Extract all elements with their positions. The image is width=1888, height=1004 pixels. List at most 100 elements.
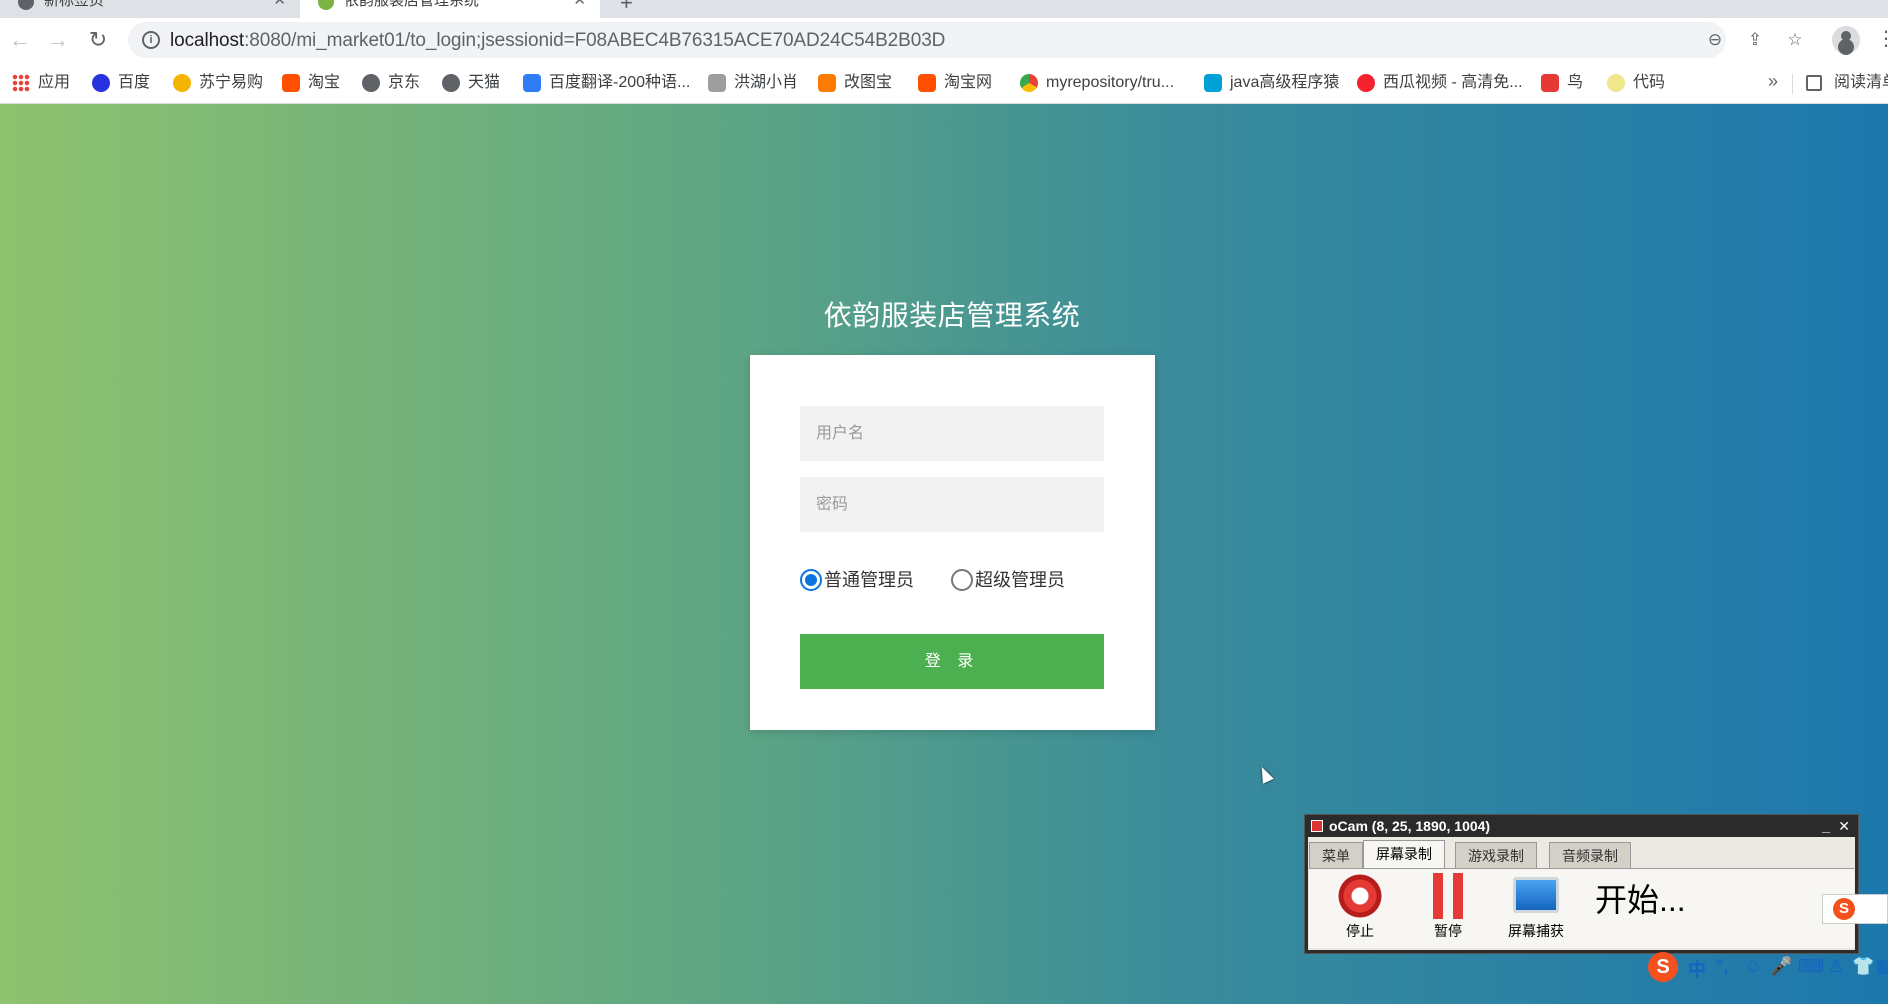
ime-punctuation-toggle[interactable]: °, (1716, 956, 1728, 977)
ocam-tab-screen-record[interactable]: 屏幕录制 (1363, 840, 1445, 868)
ocam-toolbar: 停止 暂停 屏幕捕获 开始... (1309, 868, 1854, 948)
suning-lion-icon (173, 74, 191, 92)
role-super-radio[interactable] (951, 569, 973, 591)
bird-icon (1541, 74, 1559, 92)
bookmark-niao[interactable]: 鸟 (1541, 71, 1583, 95)
stop-label: 停止 (1346, 923, 1374, 939)
bookmark-taobao-net[interactable]: 淘宝网 (918, 71, 992, 95)
globe-icon (362, 74, 380, 92)
ocam-tab-game-record[interactable]: 游戏录制 (1455, 842, 1537, 868)
ime-toolbar: S 中 °, ☺ 🎤 ⌨ ♙ 👕 ▦ (1648, 952, 1888, 982)
bookmark-tmall[interactable]: 天猫 (442, 71, 500, 95)
keyboard-icon[interactable]: ⌨ (1798, 956, 1824, 977)
ime-mini-panel[interactable]: S (1822, 894, 1888, 924)
monitor-icon (1513, 877, 1559, 913)
bookmark-gaitubao[interactable]: 改图宝 (818, 71, 892, 95)
tab-new-tab[interactable]: 新标签页 ✕ (0, 0, 300, 18)
screen-capture-label: 屏幕捕获 (1508, 923, 1564, 939)
emoji-icon[interactable]: ☺ (1744, 956, 1762, 977)
url-path: :8080/mi_market01/to_login;jsessionid=F0… (244, 30, 946, 51)
minimize-icon[interactable]: _ (1822, 815, 1830, 837)
gaitubao-icon (818, 74, 836, 92)
toolbox-grid-icon[interactable]: ▦ (1876, 956, 1888, 977)
mouse-cursor-icon (1256, 764, 1274, 784)
ocam-logo-icon (1311, 820, 1323, 832)
site-info-icon[interactable]: i (142, 31, 160, 49)
sogou-logo-icon[interactable]: S (1648, 952, 1678, 982)
menu-kebab-icon[interactable]: ⋮ (1876, 26, 1888, 51)
bilibili-icon (1204, 74, 1222, 92)
close-tab-icon[interactable]: ✕ (573, 0, 586, 14)
tab-title: 依韵服装店管理系统 (344, 0, 480, 9)
reload-icon[interactable]: ↻ (84, 26, 112, 54)
ocam-title: oCam (8, 25, 1890, 1004) (1329, 818, 1491, 834)
forward-arrow-icon[interactable]: → (44, 26, 72, 54)
zoom-icon[interactable]: ⊖ (1704, 29, 1726, 51)
skin-shirt-icon[interactable]: 👕 (1852, 956, 1874, 977)
user-icon[interactable]: ♙ (1828, 956, 1844, 977)
bookmarks-divider (1792, 74, 1793, 94)
bookmark-xigua[interactable]: 西瓜视频 - 高清免... (1357, 71, 1523, 95)
bookmark-label: 天猫 (468, 74, 501, 91)
bookmark-suning[interactable]: 苏宁易购 (173, 71, 263, 95)
back-arrow-icon[interactable]: ← (6, 26, 34, 54)
bookmarks-overflow-icon[interactable]: » (1768, 71, 1778, 92)
bookmark-star-icon[interactable]: ☆ (1784, 29, 1806, 51)
screen-capture-button[interactable]: 屏幕捕获 (1501, 873, 1571, 941)
tab-favicon (18, 0, 34, 10)
ocam-tab-menu[interactable]: 菜单 (1309, 842, 1363, 868)
bookmark-code[interactable]: 代码 (1607, 71, 1665, 95)
close-tab-icon[interactable]: ✕ (273, 0, 286, 14)
close-icon[interactable]: ✕ (1838, 815, 1850, 837)
bookmark-honghu[interactable]: 洪湖小肖 (708, 71, 798, 95)
tab-favicon (318, 0, 334, 10)
role-normal-radio[interactable] (800, 569, 822, 591)
share-icon[interactable]: ⇪ (1744, 29, 1766, 51)
ocam-titlebar[interactable]: oCam (8, 25, 1890, 1004) _ ✕ (1305, 815, 1858, 837)
tab-login-page[interactable]: 依韵服装店管理系统 ✕ (300, 0, 600, 18)
url-host: localhost (170, 30, 245, 51)
ime-mode-toggle[interactable]: 中 (1688, 956, 1706, 982)
page-title: 依韵服装店管理系统 (823, 300, 1081, 331)
stop-button[interactable]: 停止 (1325, 873, 1395, 941)
role-normal-label: 普通管理员 (824, 570, 914, 590)
bookmark-taobao[interactable]: 淘宝 (282, 71, 340, 95)
chrome-icon (1020, 74, 1038, 92)
taobao-icon (282, 74, 300, 92)
recording-status: 开始... (1595, 882, 1686, 918)
bookmark-baidu[interactable]: 百度 (92, 71, 150, 95)
pause-button[interactable]: 暂停 (1413, 873, 1483, 941)
profile-avatar-icon[interactable] (1832, 26, 1860, 54)
pause-label: 暂停 (1434, 923, 1462, 939)
bookmark-myrepository[interactable]: myrepository/tru... (1020, 71, 1174, 95)
password-input[interactable] (800, 477, 1104, 532)
sogou-logo-icon: S (1833, 898, 1855, 920)
pause-icon (1425, 873, 1471, 919)
bookmark-jd[interactable]: 京东 (362, 71, 420, 95)
address-bar[interactable]: i localhost:8080/mi_market01/to_login;js… (128, 22, 1803, 58)
bookmark-baidu-translate[interactable]: 百度翻译-200种语... (523, 71, 690, 95)
browser-toolbar: ← → ↻ i localhost:8080/mi_market01/to_lo… (0, 18, 1888, 62)
bookmark-apps[interactable]: 应用 (12, 71, 70, 95)
bookmark-label: 洪湖小肖 (734, 74, 799, 91)
bookmark-label: 京东 (388, 74, 421, 91)
new-tab-icon[interactable]: + (620, 0, 633, 16)
bookmark-label: 苏宁易购 (199, 74, 264, 91)
reading-list-button[interactable]: 阅读清单 (1806, 71, 1888, 95)
ocam-tab-audio-record[interactable]: 音频录制 (1549, 842, 1631, 868)
login-button[interactable]: 登 录 (800, 634, 1104, 689)
url-text[interactable]: localhost:8080/mi_market01/to_login;jses… (170, 30, 945, 52)
tab-strip: 新标签页 ✕ 依韵服装店管理系统 ✕ + (0, 0, 1888, 18)
bookmark-label: java高级程序猿 (1230, 74, 1340, 91)
bookmark-label: 淘宝 (308, 74, 341, 91)
microphone-icon[interactable]: 🎤 (1770, 956, 1792, 977)
bookmark-label: myrepository/tru... (1046, 74, 1175, 91)
username-input[interactable] (800, 406, 1104, 461)
apps-grid-icon (12, 74, 30, 92)
bookmark-label: 百度 (118, 74, 151, 91)
baidu-paw-icon (92, 74, 110, 92)
bookmark-label: 西瓜视频 - 高清免... (1383, 74, 1523, 91)
bookmark-label: 应用 (38, 74, 71, 91)
xigua-icon (1357, 74, 1375, 92)
bookmark-java[interactable]: java高级程序猿 (1204, 71, 1339, 95)
